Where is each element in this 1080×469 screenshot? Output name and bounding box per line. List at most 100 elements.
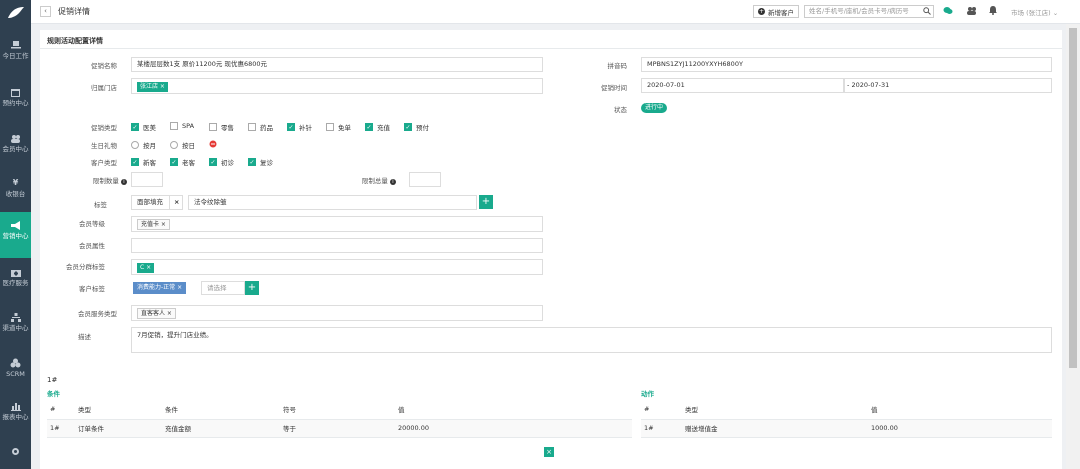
birthday-radio-month[interactable]: 按月: [131, 140, 156, 150]
tag-chip-2[interactable]: 法令纹除皱: [188, 195, 477, 210]
time-label: 促销时间: [601, 84, 627, 92]
add-cust-tag-button[interactable]: +: [245, 281, 259, 295]
member-level-label: 会员等级: [79, 220, 105, 228]
cust-tag-chip[interactable]: 消费能力-正常 ×: [133, 282, 187, 294]
time-separator: -: [847, 81, 850, 89]
condition-label: 条件: [47, 390, 60, 398]
gear-icon: [10, 446, 22, 456]
sitemap-icon: [10, 312, 22, 322]
users-icon: [10, 133, 22, 143]
time-start-field[interactable]: 2020-07-01: [641, 78, 844, 93]
status-badge: 进行中: [641, 103, 668, 113]
promo-type-checkbox[interactable]: 免单: [326, 122, 351, 132]
cust-type-checkbox[interactable]: ✓ 老客: [170, 157, 195, 167]
col-header: #: [641, 399, 682, 420]
bird-logo-icon: [7, 7, 24, 18]
sidebar-item-marketing[interactable]: 营销中心: [0, 212, 31, 258]
sidebar-item-label: 会员中心: [2, 145, 29, 153]
member-level-tag[interactable]: 充值卡 ×: [137, 219, 170, 230]
promo-type-checkbox[interactable]: ✓ 预付: [404, 122, 429, 132]
sidebar-item-medical[interactable]: 医疗服务: [0, 267, 31, 299]
promo-type-label: 促销类型: [91, 124, 117, 132]
app-logo[interactable]: [0, 0, 31, 26]
promo-name-field[interactable]: 某楼层层数1支 原价11200元 现优惠6800元: [131, 57, 543, 72]
pinyin-field[interactable]: MPBNS1ZYJ11200YXYH6800Y: [641, 57, 1052, 72]
member-service-label: 会员服务类型: [78, 310, 117, 318]
new-customer-button[interactable]: + 新增客户: [753, 5, 799, 18]
sidebar-item-report[interactable]: 报表中心: [0, 401, 31, 431]
desc-textarea[interactable]: 7月促销，提升门店业绩。: [131, 327, 1052, 353]
info-icon: i: [390, 179, 396, 185]
megaphone-icon: [10, 220, 22, 230]
member-prop-field[interactable]: [131, 238, 543, 253]
member-level-field[interactable]: 充值卡 ×: [131, 216, 543, 232]
store-switcher[interactable]: 市场 (张江店) ⌄: [1011, 7, 1058, 17]
store-tag[interactable]: 张江店 ×: [137, 82, 168, 92]
radio-label: 按日: [182, 142, 195, 150]
birthday-label: 生日礼物: [91, 142, 117, 150]
search-icon[interactable]: [923, 7, 931, 19]
promo-type-checkbox[interactable]: SPA: [170, 122, 194, 130]
member-service-tag[interactable]: 直客客人 ×: [137, 308, 176, 319]
condition-table: # 类型 条件 符号 值 1# 订单条件 充值金额 等于 20000.00: [47, 399, 632, 438]
tag-remove-button[interactable]: ×: [169, 195, 183, 210]
remove-circle-icon[interactable]: [209, 140, 217, 150]
promo-type-checkbox[interactable]: ✓ 充值: [365, 122, 390, 132]
cell: 充值金额: [162, 419, 280, 438]
sidebar-item-today[interactable]: 今日工作: [0, 40, 31, 70]
bell-icon[interactable]: [989, 6, 997, 17]
checkbox-label: 药品: [260, 124, 273, 132]
contacts-icon[interactable]: [966, 6, 977, 17]
limit-qty-text: 限制数量: [92, 177, 119, 185]
sidebar-item-member[interactable]: 会员中心: [0, 133, 31, 163]
birthday-radio-day[interactable]: 按日: [170, 140, 195, 150]
cust-type-checkbox[interactable]: ✓ 初诊: [209, 157, 234, 167]
cell: 订单条件: [75, 419, 162, 438]
limit-total-text: 限制总量: [361, 177, 388, 185]
checkbox-label: 免单: [338, 124, 351, 132]
table-row[interactable]: 1# 赠送增值金 1000.00: [641, 419, 1052, 438]
promo-type-checkbox[interactable]: 零售: [209, 122, 234, 132]
store-field[interactable]: 张江店 ×: [131, 78, 543, 94]
sidebar-item-channel[interactable]: 渠道中心: [0, 312, 31, 344]
col-header: 类型: [682, 399, 868, 420]
member-group-tag[interactable]: C ×: [137, 263, 155, 273]
limit-qty-input[interactable]: [131, 172, 163, 187]
time-end-field[interactable]: - 2020-07-31: [844, 78, 1052, 93]
limit-qty-label: 限制数量 i: [47, 175, 127, 185]
promo-type-checkbox[interactable]: ✓ 补针: [287, 122, 312, 132]
sidebar: 今日工作 预约中心 会员中心 ¥ 收银台 营销中心 医疗服务 渠道中心 SCRM…: [0, 0, 31, 469]
sidebar-item-appointment[interactable]: 预约中心: [0, 87, 31, 117]
cust-type-checkbox[interactable]: ✓ 复诊: [248, 157, 273, 167]
radio-circle: [170, 141, 178, 149]
sidebar-item-scrm[interactable]: SCRM: [0, 358, 31, 382]
medkit-icon: [10, 267, 22, 277]
sidebar-item-settings[interactable]: [0, 446, 31, 460]
promo-type-checkbox[interactable]: 药品: [248, 122, 273, 132]
cust-tag-select[interactable]: 请选择: [201, 281, 245, 295]
top-header: ‹ 促销详情 + 新增客户 姓名/手机号/座机/会员卡号/病历号 市场 (张江店…: [31, 0, 1080, 24]
cust-type-checkbox[interactable]: ✓ 新客: [131, 157, 156, 167]
new-customer-label: 新增客户: [768, 8, 794, 17]
promo-type-checkbox[interactable]: ✓ 医美: [131, 122, 156, 132]
checkbox-label: 医美: [143, 124, 156, 132]
plus-circle-icon: +: [758, 8, 765, 15]
add-tag-button[interactable]: +: [479, 195, 493, 209]
page-scrollbar[interactable]: [1066, 24, 1080, 469]
sidebar-item-label: 营销中心: [2, 232, 29, 240]
table-row[interactable]: 1# 订单条件 充值金额 等于 20000.00: [47, 419, 632, 438]
sidebar-item-cashier[interactable]: ¥ 收银台: [0, 178, 31, 200]
close-icon[interactable]: ×: [544, 447, 554, 457]
member-service-field[interactable]: 直客客人 ×: [131, 305, 543, 321]
check-icon: ✓: [170, 158, 178, 166]
back-button[interactable]: ‹: [40, 6, 51, 17]
yen-icon: ¥: [12, 178, 19, 187]
search-input[interactable]: 姓名/手机号/座机/会员卡号/病历号: [804, 5, 934, 18]
scrollbar-thumb[interactable]: [1069, 28, 1077, 368]
member-group-field[interactable]: C ×: [131, 259, 543, 275]
checkbox-label: 预付: [416, 124, 429, 132]
wechat-icon[interactable]: [943, 6, 953, 17]
checkbox-box: [248, 123, 256, 131]
limit-total-input[interactable]: [409, 172, 441, 187]
cell: 等于: [280, 419, 395, 438]
